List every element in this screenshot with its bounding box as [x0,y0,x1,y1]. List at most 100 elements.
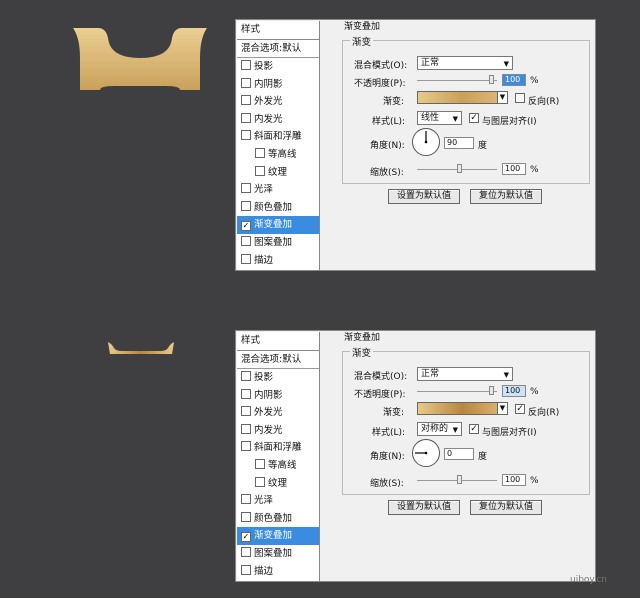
sidebar-item[interactable]: 投影 [237,58,319,76]
angle-dial[interactable] [412,439,440,467]
scale-slider-thumb[interactable] [457,475,462,484]
sidebar-item[interactable]: 斜面和浮雕 [237,128,319,146]
style-checkbox[interactable] [241,494,251,505]
sidebar-item[interactable]: 内阴影 [237,387,319,405]
style-items: 投影 内阴影 外发光内发光斜面和浮雕 等高线 纹理 光泽 颜色叠加 ✓ 渐变叠加 图案叠加 描边 [237,369,319,580]
style-checkbox[interactable] [241,95,251,106]
angle-dial-needle [415,451,428,455]
gradient-dropdown[interactable]: ▼ [497,91,508,104]
style-checkbox[interactable] [255,476,265,487]
style-checkbox[interactable] [255,458,265,469]
sidebar-item[interactable]: 颜色叠加 [237,199,319,217]
sidebar-item-label: 渐变叠加 [254,219,293,231]
gradient-swatch[interactable] [417,91,507,104]
reverse-label: 反向(R) [528,408,560,418]
sidebar-item[interactable]: 投影 [237,369,319,387]
opacity-slider-thumb[interactable] [489,386,494,395]
sidebar-item[interactable]: 光泽 [237,492,319,510]
sidebar-item[interactable]: 描边 [237,252,319,270]
sidebar-item[interactable]: 描边 [237,563,319,581]
blend-mode-value: 正常 [421,369,440,379]
style-checkbox[interactable] [255,147,265,158]
sidebar-item[interactable]: 斜面和浮雕 [237,439,319,457]
reverse-checkbox[interactable]: ✓ [515,404,525,414]
reset-default-button[interactable]: 复位为默认值 [470,500,542,515]
angle-dial[interactable] [412,128,440,156]
sidebar-item[interactable]: 内阴影 [237,76,319,94]
angle-input[interactable]: 0 [444,448,474,460]
styles-header[interactable]: 样式 [237,332,319,351]
sidebar-item[interactable]: 等高线 [237,457,319,475]
style-checkbox[interactable] [241,564,251,575]
opacity-slider[interactable] [417,391,497,392]
sidebar-item[interactable]: 外发光 [237,93,319,111]
sidebar-item[interactable]: ✓ 渐变叠加 [237,527,319,545]
style-checkbox[interactable]: ✓ [241,532,251,543]
sidebar-item[interactable]: 内发光 [237,111,319,129]
sidebar-item[interactable]: 外发光 [237,404,319,422]
scale-slider-thumb[interactable] [457,164,462,173]
scale-input[interactable]: 100 [502,474,526,486]
scale-label: 缩放(S): [370,479,404,489]
opacity-label: 不透明度(P): [354,79,406,89]
style-checkbox[interactable] [241,371,251,381]
set-default-button[interactable]: 设置为默认值 [388,189,460,204]
blend-mode-label: 混合模式(O): [354,61,408,71]
chevron-down-icon: ▼ [503,371,509,379]
style-value: 线性 [421,113,440,123]
sidebar-item[interactable]: 光泽 [237,181,319,199]
style-checkbox[interactable] [241,112,251,123]
style-checkbox[interactable] [255,165,265,176]
style-select[interactable]: 对称的 ▼ [417,422,462,436]
chevron-down-icon: ▼ [499,404,506,412]
blend-mode-select[interactable]: 正常 ▼ [417,367,513,381]
style-checkbox[interactable] [241,388,251,399]
gradient-swatch[interactable] [417,402,507,415]
styles-header[interactable]: 样式 [237,21,319,40]
reset-default-button[interactable]: 复位为默认值 [470,189,542,204]
angle-label: 角度(N): [370,452,405,462]
set-default-button[interactable]: 设置为默认值 [388,500,460,515]
reverse-checkbox[interactable] [515,93,525,103]
sidebar-item[interactable]: 内发光 [237,422,319,440]
sidebar-item[interactable]: ✓ 渐变叠加 [237,216,319,234]
scale-input[interactable]: 100 [502,163,526,175]
blend-mode-label: 混合模式(O): [354,372,408,382]
style-checkbox[interactable] [241,183,251,194]
blend-mode-select[interactable]: 正常 ▼ [417,56,513,70]
style-checkbox[interactable] [241,441,251,452]
gradient-dropdown[interactable]: ▼ [497,402,508,415]
opacity-input[interactable]: 100 [502,74,526,86]
sidebar-item[interactable]: 纹理 [237,164,319,182]
style-items: 投影 内阴影 外发光 内发光 斜面和浮雕 等高线 纹理 光泽 颜色叠加 ✓ 渐变叠加 图案叠加 描边 [237,58,319,269]
style-checkbox[interactable] [241,130,251,141]
angle-unit: 度 [478,141,488,151]
style-checkbox[interactable] [241,511,251,522]
style-checkbox[interactable]: ✓ [241,221,251,232]
align-with-layer-checkbox[interactable]: ✓ [469,113,479,123]
style-checkbox[interactable] [241,423,251,434]
sidebar-item[interactable]: 图案叠加 [237,234,319,252]
sidebar-item-label: 内发光 [254,424,283,436]
style-checkbox[interactable] [241,235,251,246]
blend-options-item[interactable]: 混合选项:默认 [237,40,319,58]
style-checkbox[interactable] [241,60,251,70]
align-with-layer-checkbox[interactable]: ✓ [469,424,479,434]
opacity-slider-thumb[interactable] [489,75,494,84]
style-checkbox[interactable] [241,253,251,264]
sidebar-item[interactable]: 颜色叠加 [237,510,319,528]
style-checkbox[interactable] [241,77,251,88]
sidebar-item-label: 等高线 [268,148,297,160]
style-checkbox[interactable] [241,406,251,417]
sidebar-item[interactable]: 图案叠加 [237,545,319,563]
style-checkbox[interactable] [241,546,251,557]
style-checkbox[interactable] [241,200,251,211]
style-select[interactable]: 线性 ▼ [417,111,462,125]
blend-options-item[interactable]: 混合选项:默认 [237,351,319,369]
section-title: 渐变叠加 [344,22,381,32]
sidebar-item[interactable]: 纹理 [237,475,319,493]
angle-input[interactable]: 90 [444,137,474,149]
opacity-slider[interactable] [417,80,497,81]
opacity-input[interactable]: 100 [502,385,526,397]
sidebar-item[interactable]: 等高线 [237,146,319,164]
